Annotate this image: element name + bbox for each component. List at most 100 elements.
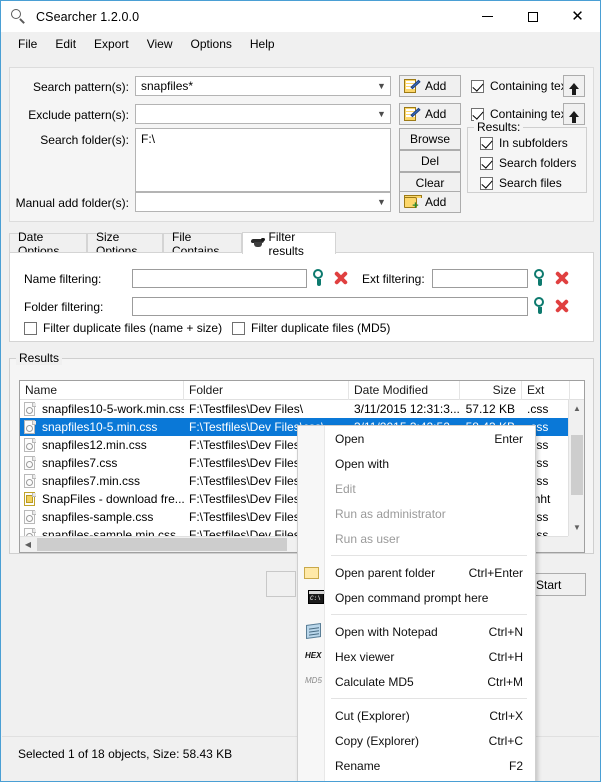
status-text: Selected 1 of 18 objects, Size: 58.43 KB (18, 747, 233, 761)
results-header: Name Folder Date Modified Size Ext (20, 381, 584, 400)
window-title: CSearcher 1.2.0.0 (36, 9, 140, 24)
ctx-calculate-md5[interactable]: MD5 Calculate MD5 Ctrl+M (298, 669, 535, 694)
column-header-folder[interactable]: Folder (184, 381, 349, 400)
scroll-left-icon[interactable]: ◀ (20, 537, 36, 552)
search-folders-memo[interactable]: F:\ (135, 128, 391, 192)
maximize-button[interactable] (510, 1, 555, 32)
containing-text-2-checkbox[interactable] (471, 107, 484, 121)
folder-filtering-clear-icon[interactable] (553, 297, 571, 315)
ctx-open-parent-folder[interactable]: Open parent folder Ctrl+Enter (298, 560, 535, 585)
menu-view[interactable]: View (138, 34, 182, 54)
ctx-open-with-label: Open with (335, 456, 390, 471)
menu-export[interactable]: Export (85, 34, 138, 54)
tab-size-options[interactable]: Size Options (87, 230, 163, 258)
ctx-open-parent-folder-label: Open parent folder (335, 565, 436, 580)
add-exclude-pattern-button[interactable]: Add (399, 103, 461, 125)
ctx-copy-explorer[interactable]: Copy (Explorer) Ctrl+C (298, 728, 535, 753)
chevron-down-icon: ▼ (377, 109, 386, 119)
column-header-name[interactable]: Name (20, 381, 184, 400)
minimize-button[interactable] (465, 1, 510, 32)
containing-text-2-label: Containing text (490, 107, 571, 121)
manual-add-folders-combo[interactable]: ▼ (135, 192, 391, 212)
del-button[interactable]: Del (399, 150, 461, 172)
ctx-cut-explorer[interactable]: Cut (Explorer) Ctrl+X (298, 703, 535, 728)
row-name: snapfiles10-5.min.css (42, 420, 158, 434)
ctx-open-with[interactable]: Open with (298, 451, 535, 476)
context-menu[interactable]: Open Enter Open with Edit Run as adminis… (297, 425, 536, 781)
search-patterns-combo[interactable]: snapfiles* ▼ (135, 76, 391, 96)
add-search-pattern-label: Add (425, 79, 447, 93)
tab-file-contains[interactable]: File Contains (163, 230, 242, 258)
ctx-open[interactable]: Open Enter (298, 426, 535, 451)
tab-filter-results[interactable]: Filter results (242, 230, 336, 258)
move-up-1-button[interactable] (563, 75, 585, 97)
ctx-hex-viewer[interactable]: HEX Hex viewer Ctrl+H (298, 644, 535, 669)
filter-duplicate-name-size-checkbox[interactable] (24, 321, 37, 335)
menu-options[interactable]: Options (182, 34, 241, 54)
folder-icon (303, 564, 321, 581)
filter-icon (250, 238, 265, 249)
search-files-checkbox[interactable] (480, 176, 493, 190)
browse-button[interactable]: Browse (399, 128, 461, 150)
column-header-date[interactable]: Date Modified (349, 381, 460, 400)
containing-text-1-row[interactable]: Containing text (471, 79, 570, 93)
ext-filtering-input[interactable] (432, 269, 528, 288)
css-file-icon (24, 401, 37, 417)
name-filtering-input[interactable] (132, 269, 307, 288)
row-ext: .css (527, 402, 549, 416)
column-header-size[interactable]: Size (460, 381, 522, 400)
manual-add-folder-label: Add (425, 195, 447, 209)
ctx-open-command-prompt-here[interactable]: C:\ Open command prompt here (298, 585, 535, 610)
add-search-pattern-button[interactable]: Add (399, 75, 461, 97)
in-subfolders-row[interactable]: In subfolders (480, 136, 568, 150)
manual-add-folder-button[interactable]: + Add (399, 191, 461, 213)
vertical-scroll-thumb[interactable] (571, 435, 583, 495)
row-size: 57.12 KB (465, 402, 515, 416)
menu-help[interactable]: Help (241, 34, 284, 54)
table-row[interactable]: snapfiles10-5-work.min.css F:\Testfiles\… (20, 400, 584, 418)
ctx-open-with-notepad[interactable]: Open with Notepad Ctrl+N (298, 619, 535, 644)
search-patterns-label: Search pattern(s): (32, 80, 129, 94)
ctx-run-as-user: Run as user (298, 526, 535, 551)
containing-text-2-row[interactable]: Containing text (471, 107, 570, 121)
horizontal-scroll-thumb[interactable] (37, 538, 287, 551)
search-folders-checkbox[interactable] (480, 156, 493, 170)
folder-filtering-label: Folder filtering: (24, 300, 104, 314)
ctx-calculate-md5-accel: Ctrl+M (487, 674, 523, 689)
tab-filter-results-label: Filter results (268, 229, 304, 258)
ext-filtering-search-icon[interactable] (533, 269, 551, 287)
name-filtering-clear-icon[interactable] (332, 269, 350, 287)
folder-filtering-search-icon[interactable] (533, 297, 551, 315)
scroll-down-icon[interactable]: ▼ (569, 519, 584, 536)
ctx-rename[interactable]: Rename F2 (298, 753, 535, 778)
scroll-up-icon[interactable]: ▲ (569, 400, 584, 417)
name-filtering-search-icon[interactable] (312, 269, 330, 287)
close-button[interactable]: ✕ (555, 1, 600, 32)
filter-duplicate-md5-row[interactable]: Filter duplicate files (MD5) (232, 321, 390, 335)
search-files-row[interactable]: Search files (480, 176, 562, 190)
move-up-2-button[interactable] (563, 103, 585, 125)
results-vertical-scrollbar[interactable]: ▲ ▼ (568, 400, 584, 536)
add-page-icon (404, 78, 421, 94)
folder-filtering-input[interactable] (132, 297, 528, 316)
column-header-ext[interactable]: Ext (522, 381, 570, 400)
ext-filtering-clear-icon[interactable] (553, 269, 571, 287)
results-group-legend: Results: (474, 120, 524, 134)
menu-edit[interactable]: Edit (46, 34, 85, 54)
filter-duplicate-md5-checkbox[interactable] (232, 321, 245, 335)
tab-date-options[interactable]: Date Options (9, 230, 87, 258)
row-name: SnapFiles - download fre... (42, 492, 184, 506)
search-folders-row[interactable]: Search folders (480, 156, 576, 170)
in-subfolders-checkbox[interactable] (480, 136, 493, 150)
stop-button[interactable] (266, 571, 296, 597)
containing-text-1-checkbox[interactable] (471, 79, 484, 93)
filter-duplicate-name-size-row[interactable]: Filter duplicate files (name + size) (24, 321, 222, 335)
exclude-patterns-combo[interactable]: ▼ (135, 104, 391, 124)
search-folders-value: F:\ (141, 132, 155, 146)
row-name: snapfiles-sample.css (42, 510, 154, 524)
chevron-down-icon: ▼ (377, 197, 386, 207)
menu-file[interactable]: File (9, 34, 46, 54)
ctx-hex-viewer-label: Hex viewer (335, 649, 395, 664)
css-file-icon (24, 509, 37, 525)
ctx-delete[interactable]: Delete Del (298, 778, 535, 781)
